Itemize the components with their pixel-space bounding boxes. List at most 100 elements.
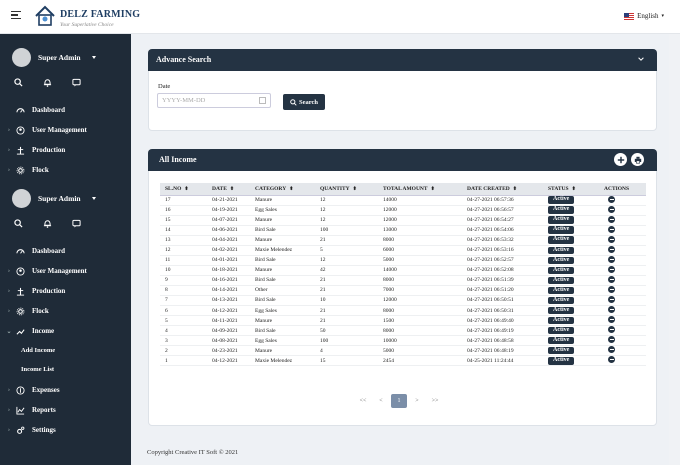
sidebar-item-reports[interactable]: › Reports xyxy=(0,400,131,420)
status-badge[interactable]: Active xyxy=(548,276,575,285)
column-header[interactable]: SL.NO ⬍ xyxy=(160,183,207,196)
actions-cell xyxy=(599,285,646,296)
actions-menu-icon[interactable] xyxy=(608,195,615,203)
sort-icon[interactable]: ⬍ xyxy=(431,186,435,192)
table-cell: Bird Sale xyxy=(250,295,315,307)
table-cell: Other xyxy=(250,285,315,296)
actions-menu-icon[interactable] xyxy=(608,326,615,334)
status-badge[interactable]: Active xyxy=(548,236,575,244)
search-icon[interactable] xyxy=(14,219,23,228)
hamburger-menu-icon[interactable] xyxy=(11,11,21,21)
actions-menu-icon[interactable] xyxy=(608,346,615,354)
sidebar-item-expenses[interactable]: › Expenses xyxy=(0,380,131,400)
profile-secondary[interactable]: Super Admin xyxy=(12,189,96,208)
search-icon[interactable] xyxy=(14,78,23,87)
print-button[interactable] xyxy=(631,153,644,166)
actions-menu-icon[interactable] xyxy=(608,265,615,273)
actions-menu-icon[interactable] xyxy=(608,235,615,243)
column-header[interactable]: DATE CREATED ⬍ xyxy=(462,183,543,196)
column-header[interactable]: DATE ⬍ xyxy=(207,183,250,196)
status-badge[interactable]: Active xyxy=(548,196,575,204)
status-badge[interactable]: Active xyxy=(548,316,575,325)
sort-icon[interactable]: ⬍ xyxy=(353,186,357,192)
actions-menu-icon[interactable] xyxy=(608,285,615,293)
column-header[interactable]: TOTAL AMOUNT ⬍ xyxy=(378,183,462,196)
column-header-label: SL.NO xyxy=(165,185,182,192)
sidebar-item-flock[interactable]: › Flock xyxy=(0,301,131,321)
actions-menu-icon[interactable] xyxy=(608,306,615,314)
status-badge[interactable]: Active xyxy=(548,226,575,234)
column-header[interactable]: CATEGORY ⬍ xyxy=(250,183,315,196)
sidebar-item-user-management[interactable]: › User Management xyxy=(0,120,131,140)
sidebar-item-settings[interactable]: › Settings xyxy=(0,420,131,440)
status-badge[interactable]: Active xyxy=(548,286,575,295)
actions-menu-icon[interactable] xyxy=(608,225,615,233)
actions-menu-icon[interactable] xyxy=(608,336,615,344)
scrollbar[interactable] xyxy=(669,34,680,465)
actions-menu-icon[interactable] xyxy=(608,215,615,223)
table-cell: Active xyxy=(543,205,599,216)
actions-menu-icon[interactable] xyxy=(608,275,615,283)
status-badge[interactable]: Active xyxy=(548,326,575,335)
sidebar-item-production[interactable]: › Production xyxy=(0,281,131,301)
date-field[interactable]: YYYY-MM-DD xyxy=(157,93,271,108)
sort-icon[interactable]: ⬍ xyxy=(230,186,234,192)
add-income-button[interactable] xyxy=(614,153,627,166)
actions-menu-icon[interactable] xyxy=(608,205,615,213)
first-page-button[interactable]: << xyxy=(355,394,371,408)
sidebar-subitem-add-income[interactable]: Add Income xyxy=(21,347,55,354)
sidebar-item-flock[interactable]: › Flock xyxy=(0,160,131,180)
sort-icon[interactable]: ⬍ xyxy=(289,186,293,192)
search-button[interactable]: Search xyxy=(283,94,325,110)
chat-icon[interactable] xyxy=(72,219,81,228)
actions-menu-icon[interactable] xyxy=(608,255,615,263)
chevron-down-icon[interactable] xyxy=(637,55,645,63)
status-badge[interactable]: Active xyxy=(548,256,575,265)
status-badge[interactable]: Active xyxy=(548,357,575,365)
calendar-icon[interactable] xyxy=(259,97,266,104)
status-badge[interactable]: Active xyxy=(548,346,575,355)
status-badge[interactable]: Active xyxy=(548,306,575,315)
prev-page-button[interactable]: < xyxy=(373,394,389,408)
status-badge[interactable]: Active xyxy=(548,296,575,305)
bell-icon[interactable] xyxy=(43,78,52,87)
last-page-button[interactable]: >> xyxy=(427,394,443,408)
actions-menu-icon[interactable] xyxy=(608,245,615,253)
page-1-button[interactable]: 1 xyxy=(391,394,407,408)
table-row: 2 04-23-2021 Manure 4 5000 04-27-2021 06:48:1… xyxy=(160,345,646,357)
advance-search-header[interactable]: Advance Search xyxy=(148,49,657,71)
sidebar-subitem-income-list[interactable]: Income List xyxy=(21,366,54,373)
status-badge[interactable]: Active xyxy=(548,206,575,214)
sort-icon[interactable]: ⬍ xyxy=(572,186,576,192)
table-cell: 6000 xyxy=(378,245,462,256)
language-selector[interactable]: English ▾ xyxy=(624,12,664,20)
table-cell: 04-27-2021 06:54:06 xyxy=(462,225,543,236)
column-header[interactable]: STATUS ⬍ xyxy=(543,183,599,196)
actions-menu-icon[interactable] xyxy=(608,295,615,303)
chat-icon[interactable] xyxy=(72,78,81,87)
sidebar-item-dashboard[interactable]: Dashboard xyxy=(0,100,131,120)
status-badge[interactable]: Active xyxy=(548,266,575,275)
actions-menu-icon[interactable] xyxy=(608,316,615,324)
bell-icon[interactable] xyxy=(43,219,52,228)
actions-cell xyxy=(599,225,646,236)
column-header[interactable]: QUANTITY ⬍ xyxy=(315,183,378,196)
table-cell: 8000 xyxy=(378,275,462,286)
status-badge[interactable]: Active xyxy=(548,216,575,224)
actions-menu-icon[interactable] xyxy=(608,356,615,364)
profile[interactable]: Super Admin xyxy=(12,48,96,67)
sidebar-item-income[interactable]: ⌄ Income xyxy=(0,321,131,341)
status-badge[interactable]: Active xyxy=(548,336,575,345)
sort-icon[interactable]: ⬍ xyxy=(513,186,517,192)
status-badge[interactable]: Active xyxy=(548,246,575,254)
sidebar-item-user-management[interactable]: › User Management xyxy=(0,261,131,281)
next-page-button[interactable]: > xyxy=(409,394,425,408)
table-row: 1 04-12-2021 Maxie Melendez 15 2454 04-25-202… xyxy=(160,355,646,367)
table-cell: Active xyxy=(543,265,599,276)
actions-cell xyxy=(599,205,646,216)
sort-icon[interactable]: ⬍ xyxy=(184,186,188,192)
sidebar-item-production[interactable]: › Production xyxy=(0,140,131,160)
sidebar-item-dashboard[interactable]: Dashboard xyxy=(0,241,131,261)
table-cell: 17 xyxy=(160,195,207,206)
table-row: 5 04-11-2021 Manure 21 1500 04-27-2021 06:49:… xyxy=(160,315,646,327)
